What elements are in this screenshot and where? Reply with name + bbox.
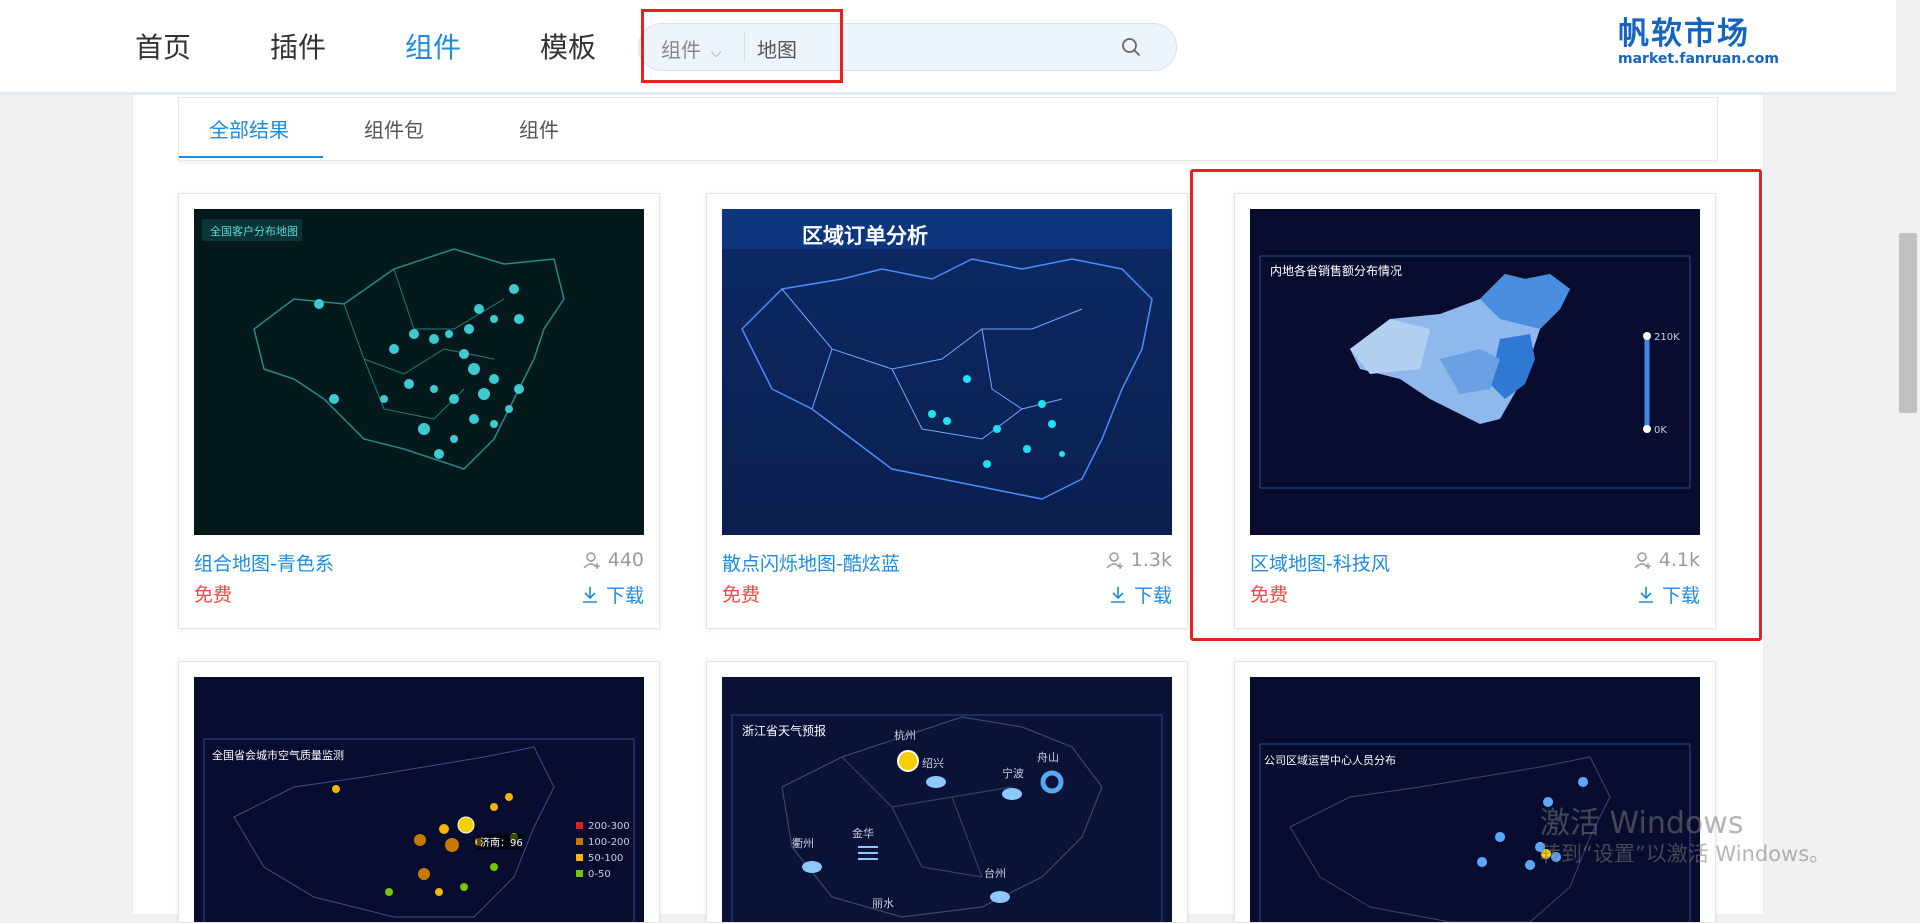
legend-min: 0K (1654, 425, 1667, 436)
activation-watermark-hint: 转到“设置”以激活 Windows。 (1540, 842, 1831, 866)
city-label: 丽水 (872, 897, 894, 910)
thumb-caption: 内地各省销售额分布情况 (1270, 263, 1402, 278)
user-count-value: 1.3k (1130, 549, 1172, 571)
search-category-label: 组件 (661, 38, 701, 62)
thumb-caption: 全国客户分布地图 (210, 224, 298, 238)
tab-all-results[interactable]: 全部结果 (209, 114, 289, 143)
user-count-value: 440 (607, 549, 644, 571)
city-label: 杭州 (894, 728, 916, 742)
city-label: 衢州 (792, 837, 814, 850)
product-card[interactable]: 内地各省销售额分布情况 210K 0K 区域地图-科技风 免费 4.1k 下载 (1234, 193, 1716, 629)
legend-item: 200-300 (588, 821, 630, 832)
user-icon (583, 552, 600, 569)
logo-url: market.fanruan.com (1618, 51, 1779, 67)
search-bar: 组件 ⌵ (638, 23, 1177, 71)
user-count: 440 (582, 549, 644, 571)
scrollbar-thumb[interactable] (1899, 233, 1917, 413)
user-count: 4.1k (1633, 549, 1700, 571)
card-thumbnail[interactable]: 全国客户分布地图 (194, 209, 644, 535)
download-icon (1110, 586, 1125, 603)
download-button[interactable]: 下载 (1636, 581, 1700, 608)
legend-item: 100-200 (588, 837, 630, 848)
user-count: 1.3k (1105, 549, 1172, 571)
activation-watermark: 激活 Windows (1540, 806, 1744, 841)
user-count-value: 4.1k (1658, 549, 1700, 571)
card-price: 免费 (722, 584, 761, 606)
thumb-caption: 区域订单分析 (802, 224, 928, 248)
card-title[interactable]: 组合地图-青色系 (194, 549, 334, 576)
active-tab-indicator (179, 156, 323, 158)
fanruan-market-logo[interactable]: 帆软市场 market.fanruan.com (1618, 8, 1779, 67)
nav-components[interactable]: 组件 (405, 26, 461, 66)
thumb-caption: 浙江省天气预报 (742, 723, 826, 738)
product-card[interactable]: 区域订单分析 散点闪烁地图-酷炫蓝 免费 1.3k 下载 (706, 193, 1188, 629)
card-thumbnail[interactable]: 全国省会城市空气质量监测 济南：96 200-300 100-200 50-10… (194, 677, 644, 922)
download-button[interactable]: 下载 (1108, 581, 1172, 608)
nav-home[interactable]: 首页 (135, 26, 191, 66)
download-label: 下载 (1133, 585, 1172, 607)
page-scrollbar[interactable] (1896, 0, 1920, 914)
download-icon (1638, 586, 1653, 603)
thumb-caption: 全国省会城市空气质量监测 (212, 748, 344, 762)
city-label: 宁波 (1002, 766, 1024, 780)
user-icon (1106, 552, 1123, 569)
card-title[interactable]: 区域地图-科技风 (1250, 549, 1390, 576)
chevron-down-icon: ⌵ (711, 45, 722, 61)
card-thumbnail[interactable]: 区域订单分析 (722, 209, 1172, 535)
search-category-select[interactable]: 组件 ⌵ (661, 34, 722, 63)
legend-item: 0-50 (588, 869, 611, 880)
tab-components[interactable]: 组件 (519, 114, 559, 143)
search-input[interactable] (755, 30, 1059, 66)
city-label: 舟山 (1037, 750, 1059, 764)
product-card[interactable]: 浙江省天气预报 杭州 绍兴 宁波 舟山 衢州 金华 台州 丽水 (706, 661, 1188, 923)
nav-plugins[interactable]: 插件 (270, 26, 326, 66)
card-price: 免费 (194, 584, 233, 606)
search-icon[interactable] (1120, 36, 1142, 58)
download-label: 下载 (1661, 585, 1700, 607)
card-title[interactable]: 散点闪烁地图-酷炫蓝 (722, 549, 900, 576)
legend-max: 210K (1654, 332, 1680, 343)
download-button[interactable]: 下载 (580, 581, 644, 608)
search-divider (744, 32, 745, 62)
card-thumbnail[interactable]: 浙江省天气预报 杭州 绍兴 宁波 舟山 衢州 金华 台州 丽水 (722, 677, 1172, 922)
legend-item: 50-100 (588, 853, 623, 864)
city-label: 金华 (852, 826, 874, 840)
city-label: 绍兴 (922, 756, 944, 770)
product-card[interactable]: 公司区域运营中心人员分布 (1234, 661, 1716, 923)
user-icon (1634, 552, 1651, 569)
result-tabs: 全部结果 组件包 组件 (178, 97, 1718, 161)
top-navigation-bar: 首页 插件 组件 模板 组件 ⌵ 帆软市场 market.fanruan.com (0, 0, 1898, 95)
product-card[interactable]: 全国省会城市空气质量监测 济南：96 200-300 100-200 50-10… (178, 661, 660, 923)
nav-templates[interactable]: 模板 (540, 26, 596, 66)
card-thumbnail[interactable]: 内地各省销售额分布情况 210K 0K (1250, 209, 1700, 535)
download-icon (582, 586, 597, 603)
card-price: 免费 (1250, 584, 1289, 606)
logo-text: 帆软市场 (1618, 16, 1750, 52)
tab-component-packages[interactable]: 组件包 (364, 114, 424, 143)
download-label: 下载 (605, 585, 644, 607)
map-tooltip: 济南：96 (480, 836, 523, 849)
product-card[interactable]: 全国客户分布地图 组合地图-青色系 免费 440 下载 (178, 193, 660, 629)
thumb-caption: 公司区域运营中心人员分布 (1264, 753, 1396, 767)
city-label: 台州 (984, 866, 1006, 880)
